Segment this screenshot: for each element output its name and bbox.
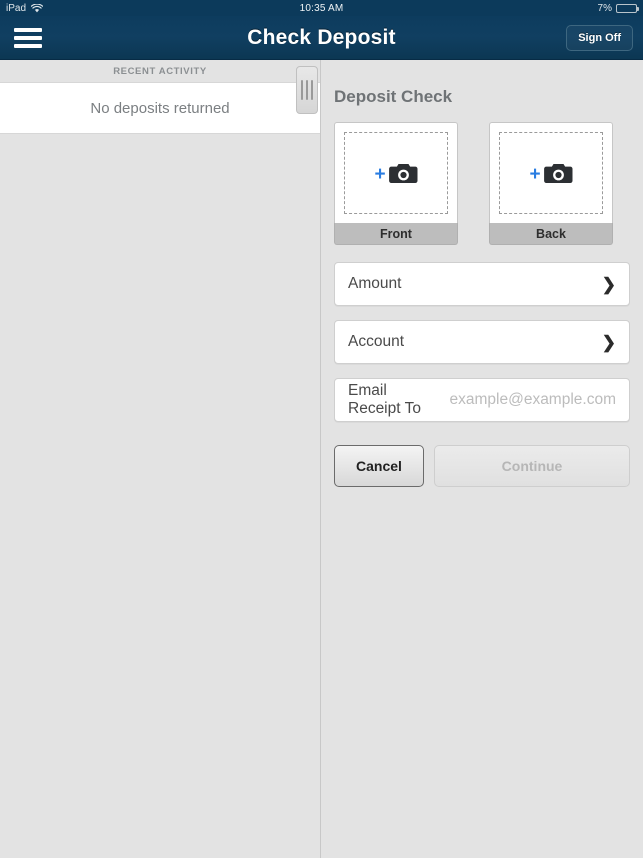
empty-state-label: No deposits returned (90, 99, 230, 117)
email-receipt-label: Email Receipt To (348, 382, 421, 417)
recent-activity-header: RECENT ACTIVITY (0, 60, 320, 82)
capture-front-button[interactable]: + Front (334, 122, 458, 245)
capture-back-dashed-area: + (499, 132, 603, 214)
grip-line (301, 80, 303, 100)
page-title: Check Deposit (247, 25, 396, 49)
check-capture-group: + Front + Back (334, 122, 630, 245)
recent-activity-panel: RECENT ACTIVITY No deposits returned (0, 60, 321, 858)
hamburger-menu-icon[interactable] (14, 27, 42, 49)
status-bar-right: 7% (597, 2, 639, 14)
hamburger-bar (14, 27, 42, 32)
capture-front-label: Front (334, 223, 458, 245)
capture-back-frame: + (489, 122, 613, 223)
status-bar: iPad 10:35 AM 7% (0, 0, 643, 16)
chevron-right-icon: ❯ (601, 332, 616, 352)
email-receipt-field[interactable]: Email Receipt To example@example.com (334, 378, 630, 422)
email-receipt-input[interactable]: example@example.com (450, 391, 617, 409)
amount-label: Amount (348, 275, 402, 292)
status-bar-time: 10:35 AM (299, 2, 344, 14)
account-field[interactable]: Account ❯ (334, 320, 630, 364)
deposit-form: Amount ❯ Account ❯ Email Receipt To exam… (334, 262, 630, 422)
plus-icon: + (529, 163, 541, 185)
sign-off-button[interactable]: Sign Off (566, 24, 633, 51)
capture-back-label: Back (489, 223, 613, 245)
plus-icon: + (374, 163, 386, 185)
battery-icon (616, 3, 639, 13)
drag-handle-icon[interactable] (296, 66, 318, 114)
navigation-bar: Check Deposit Sign Off (0, 16, 643, 60)
capture-back-button[interactable]: + Back (489, 122, 613, 245)
split-view: RECENT ACTIVITY No deposits returned Dep… (0, 60, 643, 858)
hamburger-bar (14, 43, 42, 48)
empty-state-row: No deposits returned (0, 82, 320, 134)
deposit-check-title: Deposit Check (334, 87, 453, 106)
capture-front-frame: + (334, 122, 458, 223)
account-label: Account (348, 333, 405, 350)
grip-line (311, 80, 313, 100)
cancel-button[interactable]: Cancel (334, 445, 424, 487)
capture-front-dashed-area: + (344, 132, 448, 214)
hamburger-bar (14, 35, 42, 40)
action-buttons: Cancel Continue (296, 66, 630, 487)
grip-line (306, 80, 308, 100)
chevron-right-icon: ❯ (601, 274, 616, 294)
camera-icon (543, 162, 573, 184)
battery-percent-label: 7% (597, 2, 612, 14)
amount-field[interactable]: Amount ❯ (334, 262, 630, 306)
continue-button: Continue (434, 445, 630, 487)
camera-icon (388, 162, 418, 184)
deposit-check-panel: Deposit Check + Front + Back Amount ❯ Ac… (296, 60, 643, 858)
